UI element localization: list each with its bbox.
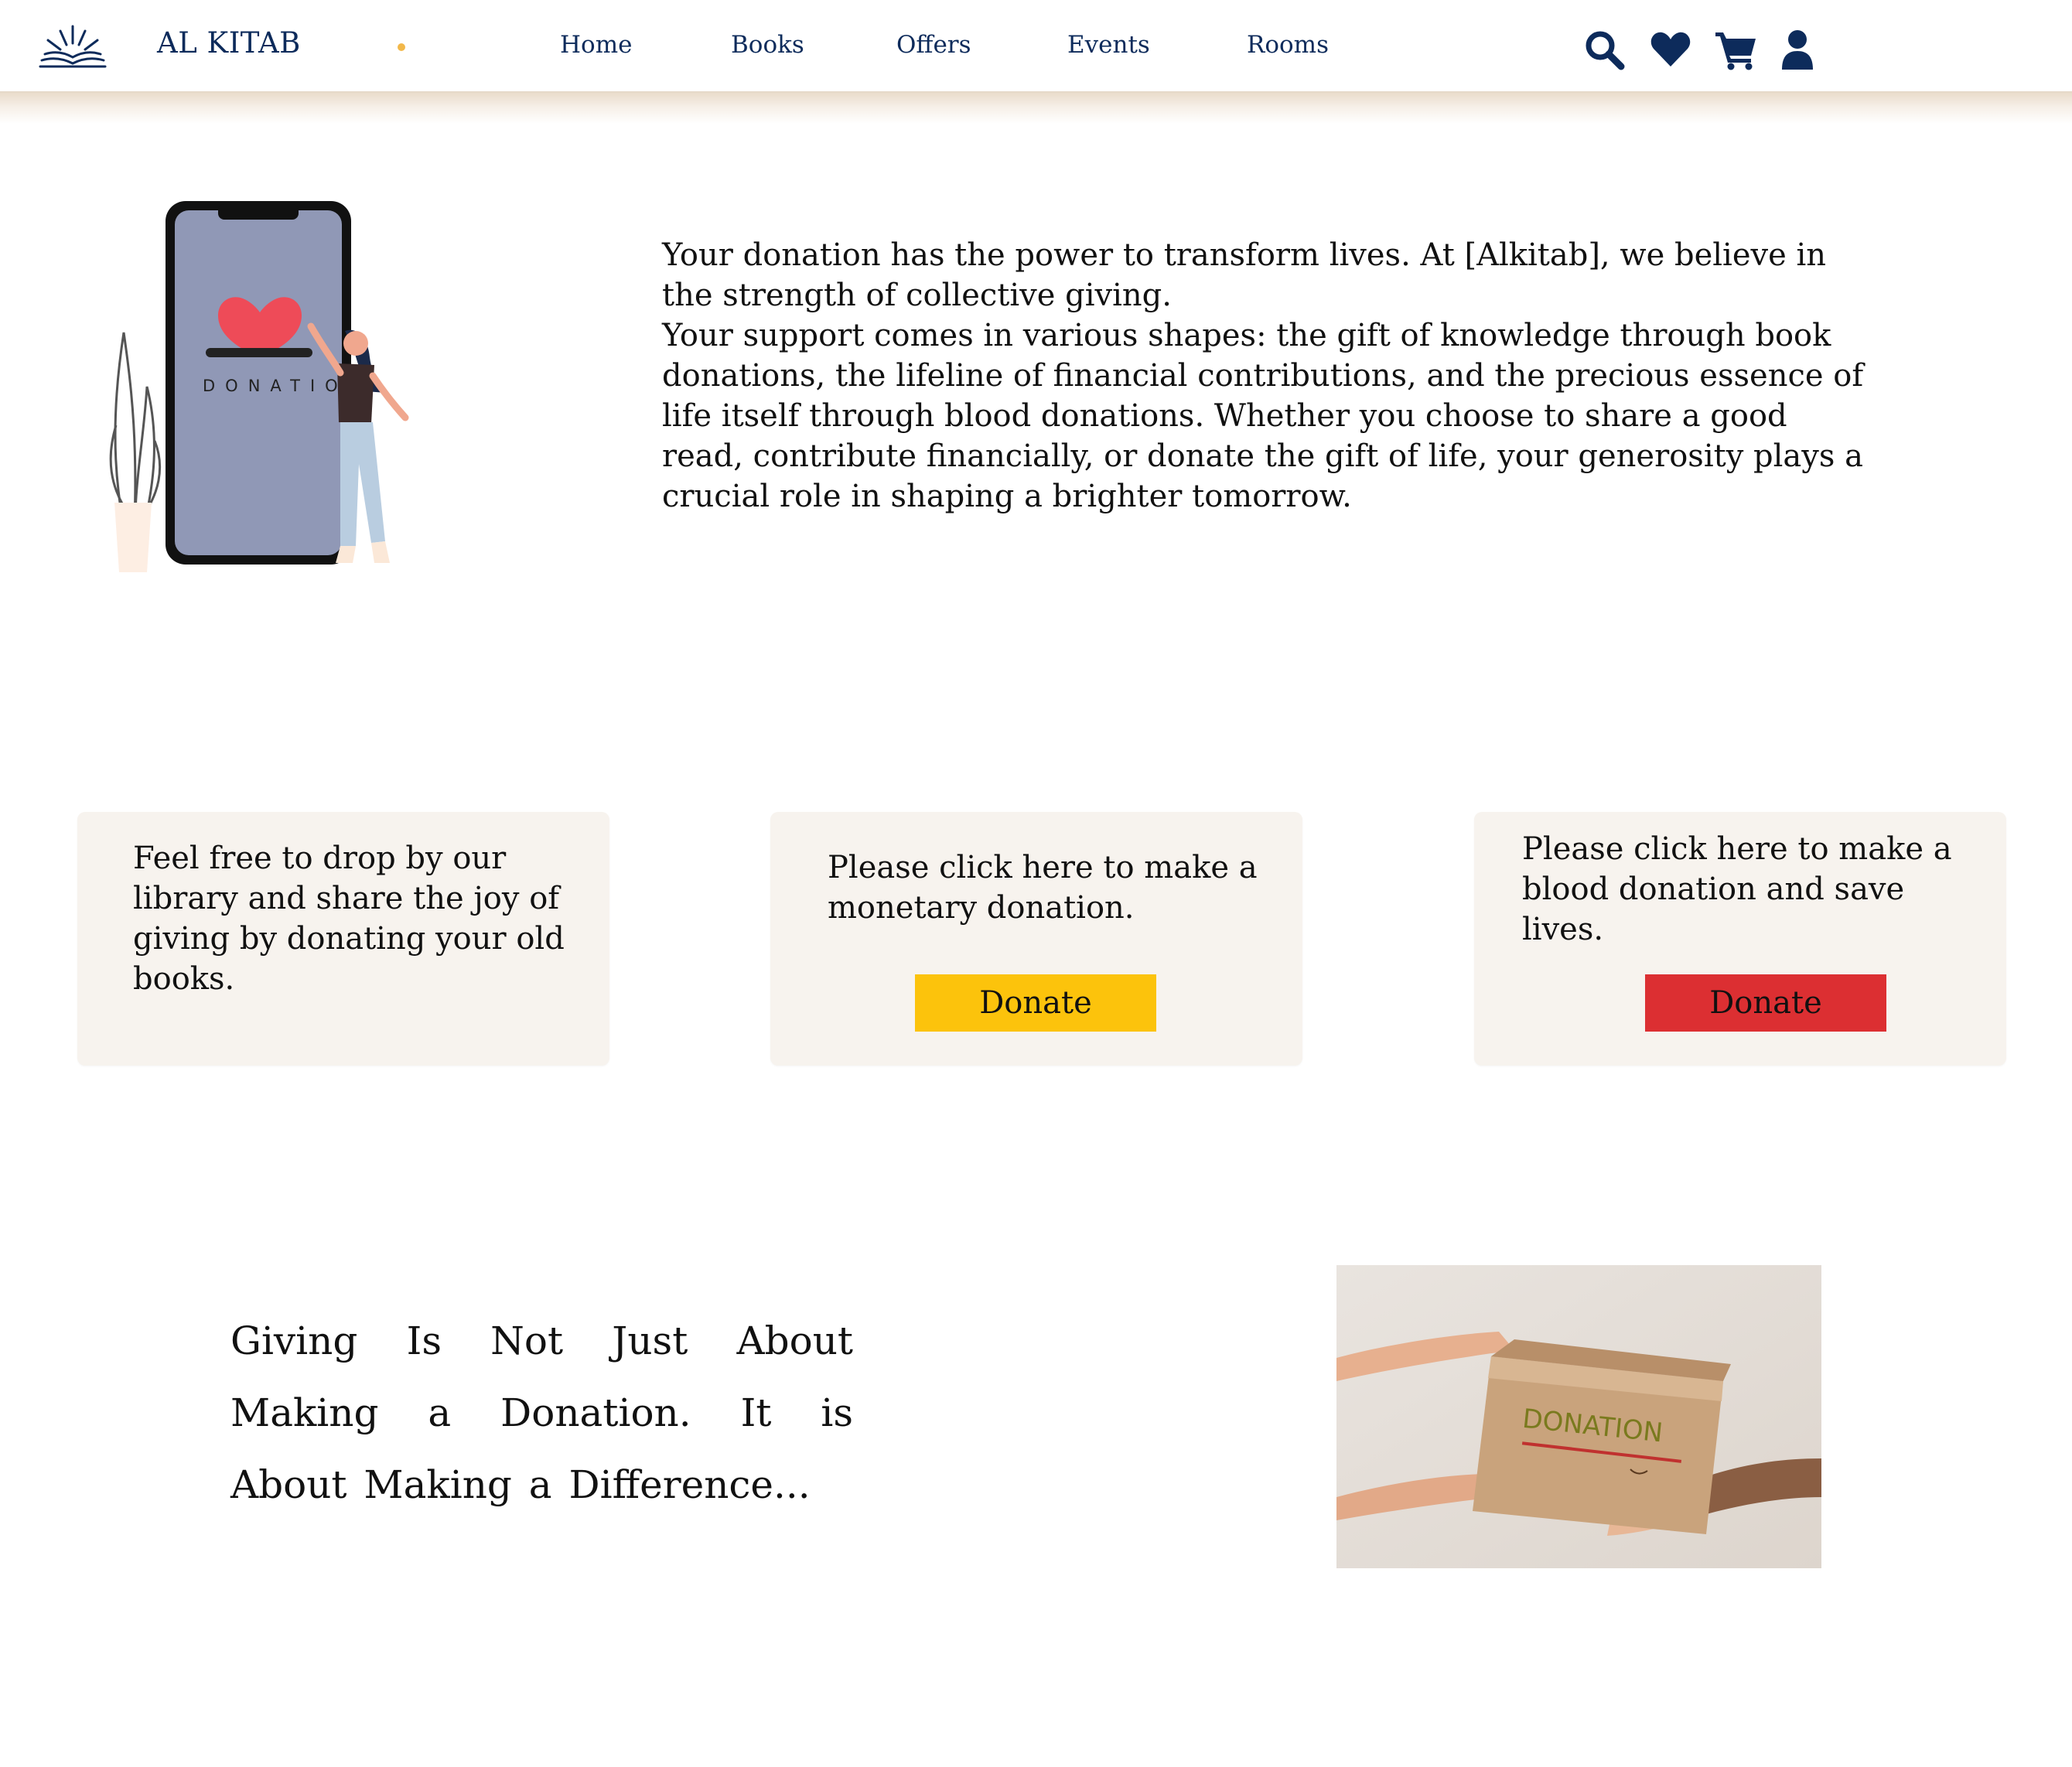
nav-offers[interactable]: Offers: [896, 31, 971, 59]
open-book-logo-icon[interactable]: [37, 23, 108, 70]
top-navbar: AL KITAB Home Books Offers Events Rooms: [0, 0, 2072, 93]
plant-icon: [109, 332, 162, 572]
giving-quote: Giving Is Not Just About Making a Donati…: [230, 1318, 853, 1507]
monetary-donation-text: Please click here to make a monetary don…: [828, 850, 1258, 926]
user-icon[interactable]: [1776, 28, 1819, 71]
nav-rooms[interactable]: Rooms: [1247, 31, 1329, 59]
donation-phone-illustration: DONATION: [109, 201, 409, 572]
brand-name[interactable]: AL KITAB: [157, 26, 301, 60]
accent-dot: [398, 43, 405, 51]
monetary-donate-button[interactable]: Donate: [915, 974, 1156, 1032]
blood-donation-card: Please click here to make a blood donati…: [1474, 812, 2006, 1066]
nav-home[interactable]: Home: [560, 31, 632, 59]
intro-paragraph-1: Your donation has the power to transform…: [662, 237, 1827, 313]
monetary-donation-card: Please click here to make a monetary don…: [770, 812, 1302, 1066]
nav-events[interactable]: Events: [1067, 31, 1150, 59]
nav-books[interactable]: Books: [731, 31, 804, 59]
intro-text: Your donation has the power to transform…: [662, 235, 1869, 517]
search-icon[interactable]: [1582, 28, 1626, 71]
header-shadow: [0, 93, 2072, 124]
book-donation-card: Feel free to drop by our library and sha…: [77, 812, 609, 1066]
blood-donation-text: Please click here to make a blood donati…: [1522, 831, 1952, 947]
intro-paragraph-2: Your support comes in various shapes: th…: [662, 318, 1864, 514]
donation-box-photo: DONATION: [1336, 1265, 1821, 1568]
blood-donate-button[interactable]: Donate: [1645, 974, 1886, 1032]
book-donation-text: Feel free to drop by our library and sha…: [133, 841, 565, 997]
heart-icon[interactable]: [1649, 28, 1692, 71]
cart-icon[interactable]: [1714, 28, 1757, 71]
